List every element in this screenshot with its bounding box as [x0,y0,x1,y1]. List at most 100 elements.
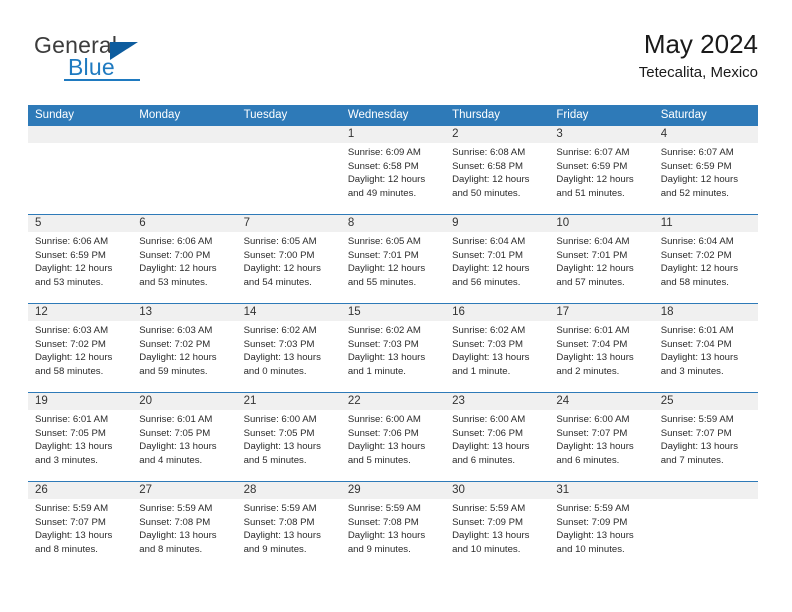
sunrise-time: Sunrise: 6:03 AM [139,325,213,336]
daylight-duration-line1: Daylight: 12 hours [660,263,739,275]
sunset-time: Sunset: 7:02 PM [660,249,732,261]
daylight-duration-line1: Daylight: 13 hours [452,352,530,364]
day-cell[interactable]: 17 Sunrise: 6:01 AM Sunset: 7:04 PM Dayligh… [549,304,654,392]
day-details: Sunrise: 5:59 AM Sunset: 7:07 PM Daylight:… [28,499,132,556]
sunset-time: Sunset: 7:04 PM [556,338,628,350]
daylight-duration-line1: Daylight: 12 hours [139,263,217,275]
sunset-time: Sunset: 7:08 PM [243,516,315,528]
day-cell[interactable]: 16 Sunrise: 6:02 AM Sunset: 7:03 PM Dayligh… [445,304,550,392]
day-cell[interactable]: 20 Sunrise: 6:01 AM Sunset: 7:05 PM Dayligh… [132,393,237,481]
sunset-time: Sunset: 6:59 PM [556,160,628,172]
day-cell[interactable]: 21 Sunrise: 6:00 AM Sunset: 7:05 PM Dayligh… [236,393,341,481]
sunset-time: Sunset: 7:07 PM [556,427,628,439]
day-cell[interactable]: 3 Sunrise: 6:07 AM Sunset: 6:59 PM Daylight… [549,126,654,214]
day-cell[interactable]: 4 Sunrise: 6:07 AM Sunset: 6:59 PM Daylight… [653,126,758,214]
sunrise-time: Sunrise: 6:01 AM [35,414,109,425]
sunset-time: Sunset: 7:06 PM [452,427,524,439]
day-cell[interactable]: 29 Sunrise: 5:59 AM Sunset: 7:08 PM Dayligh… [340,482,446,570]
day-number: 20 [132,393,237,410]
brand-logo[interactable]: General Blue [34,32,214,88]
day-cell[interactable]: 12 Sunrise: 6:03 AM Sunset: 7:02 PM Dayligh… [28,304,133,392]
daylight-duration-line1: Daylight: 12 hours [556,174,634,186]
daylight-duration-line1: Daylight: 12 hours [139,352,217,364]
day-cell[interactable]: 30 Sunrise: 5:59 AM Sunset: 7:09 PM Dayligh… [445,482,550,570]
day-cell[interactable]: 28 Sunrise: 5:59 AM Sunset: 7:08 PM Dayligh… [236,482,341,570]
day-cell[interactable]: 13 Sunrise: 6:03 AM Sunset: 7:02 PM Dayligh… [132,304,237,392]
sunrise-time: Sunrise: 6:05 AM [347,236,421,247]
day-details: Sunrise: 6:04 AM Sunset: 7:01 PM Daylight:… [549,232,653,289]
sunset-time: Sunset: 7:00 PM [139,249,211,261]
day-cell-empty [236,126,341,214]
day-cell[interactable]: 22 Sunrise: 6:00 AM Sunset: 7:06 PM Dayligh… [340,393,446,481]
day-cell[interactable]: 10 Sunrise: 6:04 AM Sunset: 7:01 PM Dayligh… [549,215,654,303]
day-details: Sunrise: 6:00 AM Sunset: 7:06 PM Daylight:… [341,410,445,467]
sunrise-time: Sunrise: 6:02 AM [452,325,526,336]
day-cell-empty [132,126,237,214]
daylight-duration-line2: and 6 minutes. [452,454,516,466]
sunset-time: Sunset: 7:03 PM [452,338,524,350]
day-details: Sunrise: 6:06 AM Sunset: 7:00 PM Daylight:… [132,232,236,289]
day-details: Sunrise: 6:02 AM Sunset: 7:03 PM Daylight:… [445,321,549,378]
daylight-duration-line2: and 7 minutes. [660,454,724,466]
daylight-duration-line2: and 6 minutes. [556,454,620,466]
daylight-duration-line2: and 58 minutes. [35,365,104,377]
daylight-duration-line2: and 4 minutes. [139,454,203,466]
daylight-duration-line1: Daylight: 12 hours [452,174,530,186]
daylight-duration-line2: and 9 minutes. [243,543,307,555]
day-cell[interactable]: 6 Sunrise: 6:06 AM Sunset: 7:00 PM Daylight… [132,215,237,303]
day-number [653,482,758,499]
week-row-inner: 5 Sunrise: 6:06 AM Sunset: 6:59 PM Daylight… [28,215,758,303]
page-header: General Blue May 2024 Tetecalita, Mexico [28,28,758,96]
day-cell[interactable]: 23 Sunrise: 6:00 AM Sunset: 7:06 PM Dayligh… [445,393,550,481]
day-cell[interactable]: 24 Sunrise: 6:00 AM Sunset: 7:07 PM Dayligh… [549,393,654,481]
day-cell[interactable]: 27 Sunrise: 5:59 AM Sunset: 7:08 PM Dayligh… [132,482,237,570]
sunrise-time: Sunrise: 5:59 AM [243,503,317,514]
day-cell[interactable]: 15 Sunrise: 6:02 AM Sunset: 7:03 PM Dayligh… [340,304,446,392]
day-cell[interactable]: 9 Sunrise: 6:04 AM Sunset: 7:01 PM Daylight… [445,215,550,303]
day-details: Sunrise: 6:03 AM Sunset: 7:02 PM Daylight:… [28,321,132,378]
day-cell[interactable]: 8 Sunrise: 6:05 AM Sunset: 7:01 PM Daylight… [340,215,446,303]
daylight-duration-line1: Daylight: 13 hours [243,352,321,364]
day-cell[interactable]: 1 Sunrise: 6:09 AM Sunset: 6:58 PM Daylight… [340,126,446,214]
daylight-duration-line1: Daylight: 12 hours [660,174,739,186]
sunset-time: Sunset: 7:01 PM [347,249,419,261]
daylight-duration-line1: Daylight: 13 hours [243,441,321,453]
calendar-weeks: 1 Sunrise: 6:09 AM Sunset: 6:58 PM Daylight… [28,126,758,570]
sunrise-time: Sunrise: 6:07 AM [660,147,734,158]
day-number [132,126,237,143]
sunrise-time: Sunrise: 6:01 AM [660,325,734,336]
daylight-duration-line1: Daylight: 13 hours [347,352,426,364]
day-cell[interactable]: 14 Sunrise: 6:02 AM Sunset: 7:03 PM Dayligh… [236,304,341,392]
day-number: 31 [549,482,654,499]
day-cell[interactable]: 25 Sunrise: 5:59 AM Sunset: 7:07 PM Dayligh… [653,393,758,481]
day-number: 18 [653,304,758,321]
day-cell[interactable]: 31 Sunrise: 5:59 AM Sunset: 7:09 PM Dayligh… [549,482,654,570]
sunset-time: Sunset: 7:08 PM [347,516,419,528]
day-number: 28 [236,482,341,499]
day-cell[interactable]: 2 Sunrise: 6:08 AM Sunset: 6:58 PM Daylight… [445,126,550,214]
day-details: Sunrise: 6:01 AM Sunset: 7:04 PM Daylight:… [549,321,653,378]
daylight-duration-line2: and 59 minutes. [139,365,208,377]
day-number: 25 [653,393,758,410]
daylight-duration-line1: Daylight: 12 hours [35,352,113,364]
day-cell[interactable]: 5 Sunrise: 6:06 AM Sunset: 6:59 PM Daylight… [28,215,133,303]
day-cell[interactable]: 19 Sunrise: 6:01 AM Sunset: 7:05 PM Dayligh… [28,393,133,481]
day-cell[interactable]: 11 Sunrise: 6:04 AM Sunset: 7:02 PM Dayligh… [653,215,758,303]
day-details: Sunrise: 6:00 AM Sunset: 7:05 PM Daylight:… [237,410,341,467]
day-cell[interactable]: 7 Sunrise: 6:05 AM Sunset: 7:00 PM Daylight… [236,215,341,303]
day-cell-empty [28,126,133,214]
daylight-duration-line2: and 3 minutes. [660,365,724,377]
sunset-time: Sunset: 7:02 PM [35,338,106,350]
sunset-time: Sunset: 7:05 PM [139,427,211,439]
daylight-duration-line2: and 8 minutes. [139,543,203,555]
sunset-time: Sunset: 7:07 PM [660,427,732,439]
daylight-duration-line1: Daylight: 13 hours [660,441,739,453]
day-number: 22 [340,393,446,410]
day-details: Sunrise: 6:02 AM Sunset: 7:03 PM Daylight:… [237,321,341,378]
day-cell[interactable]: 26 Sunrise: 5:59 AM Sunset: 7:07 PM Dayligh… [28,482,133,570]
day-cell[interactable]: 18 Sunrise: 6:01 AM Sunset: 7:04 PM Dayligh… [653,304,758,392]
sunrise-time: Sunrise: 6:00 AM [347,414,421,425]
week-row-inner: 19 Sunrise: 6:01 AM Sunset: 7:05 PM Dayligh… [28,393,758,481]
weekday-header-saturday: Saturday [660,109,707,121]
sunset-time: Sunset: 6:59 PM [660,160,732,172]
